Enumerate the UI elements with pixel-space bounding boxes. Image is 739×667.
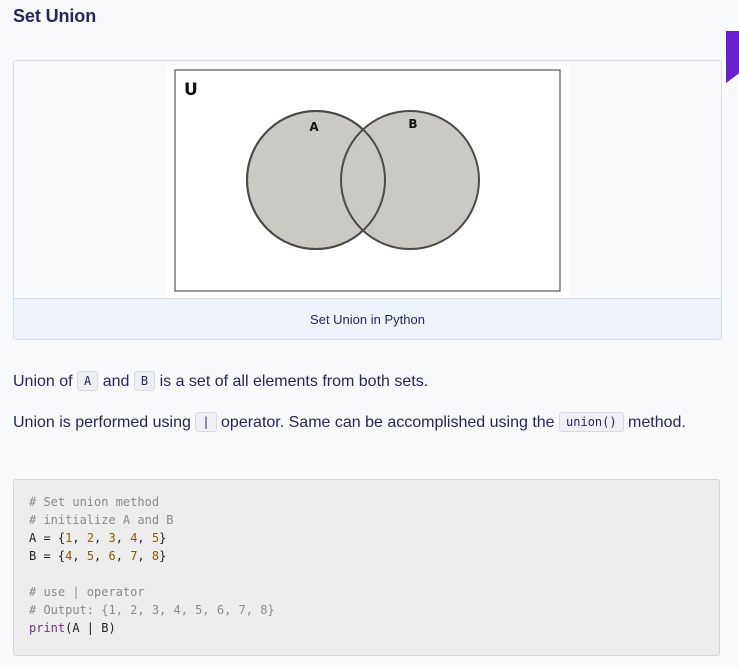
para2-text-1: Union is performed using (13, 414, 191, 431)
code-block[interactable]: # Set union method # initialize A and B … (13, 479, 720, 656)
code-comment: # Output: {1, 2, 3, 4, 5, 6, 7, 8} (29, 603, 275, 617)
code-number: 3 (108, 531, 116, 545)
code-comment: # use | operator (29, 585, 145, 599)
code-number: 5 (86, 549, 95, 563)
code-line-3: A = {1, 2, 3, 4, 5} (29, 531, 167, 545)
code-line-4: B = {4, 5, 6, 7, 8} (29, 549, 167, 563)
code-text: B = { (29, 549, 66, 563)
code-comment: # Set union method (29, 495, 160, 509)
union-operator-paragraph: Union is performed using | operator. Sam… (13, 409, 713, 436)
inline-code-pipe-operator: | (195, 412, 217, 432)
code-line-1: # Set union method (29, 493, 704, 511)
code-function-name: print (29, 621, 66, 635)
union-definition-paragraph: Union of A and B is a set of all element… (13, 368, 713, 395)
inline-code-union-method: union() (559, 412, 624, 432)
para2-text-2: operator. Same can be accomplished using… (221, 414, 555, 431)
para1-text-2: and (102, 373, 130, 390)
code-text: } (159, 531, 167, 545)
figure-caption: Set Union in Python (14, 298, 721, 339)
code-text: (A | B) (65, 621, 116, 635)
code-number: 6 (108, 549, 116, 563)
code-line-6: # use | operator (29, 583, 704, 601)
universe-label: U (184, 80, 198, 100)
set-b-label: B (408, 117, 417, 131)
venn-diagram: U A B (174, 69, 561, 292)
code-line-8: print(A | B) (29, 619, 704, 637)
para1-text-1: Union of (13, 373, 73, 390)
section-heading: Set Union (13, 6, 97, 26)
code-line-2: # initialize A and B (29, 511, 704, 529)
figure-card: U A B Set Union in Python (13, 60, 722, 340)
set-a-label: A (309, 120, 319, 134)
code-text: } (159, 549, 167, 563)
inline-code-b: B (133, 371, 156, 391)
code-comment: # initialize A and B (29, 513, 174, 527)
code-line-7: # Output: {1, 2, 3, 4, 5, 6, 7, 8} (29, 601, 704, 619)
para2-text-3: method. (628, 414, 686, 431)
code-number: 2 (86, 531, 95, 545)
para1-text-3: is a set of all elements from both sets. (159, 373, 429, 390)
code-text: A = { (29, 531, 66, 545)
set-b-circle (340, 110, 480, 250)
inline-code-a: A (77, 371, 99, 391)
side-panel-tab[interactable] (726, 31, 739, 83)
venn-diagram-image: U A B (165, 65, 569, 298)
